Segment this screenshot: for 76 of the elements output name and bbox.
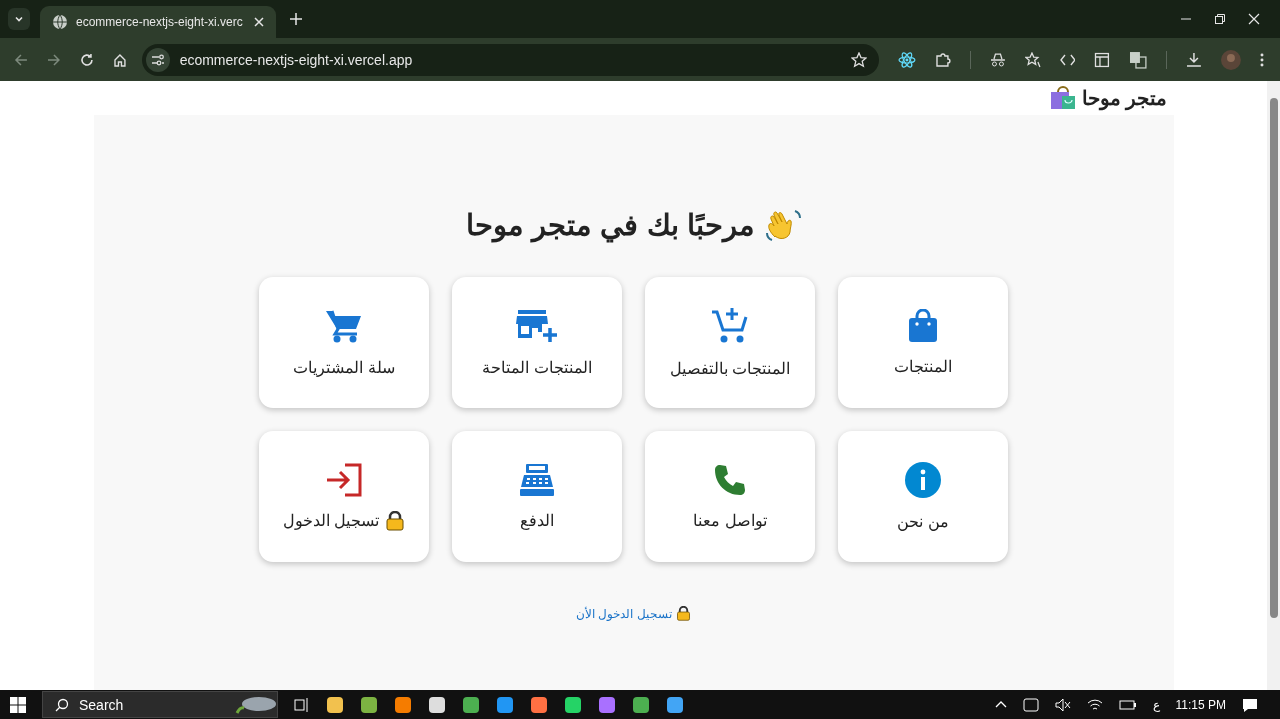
login-link[interactable]: تسجيل الدخول الأن	[576, 606, 672, 621]
layout-icon[interactable]	[1094, 51, 1111, 68]
card-label: الدفع	[520, 511, 554, 530]
scrollbar[interactable]	[1267, 81, 1280, 690]
card-label: تسجيل الدخول	[282, 511, 380, 530]
menu-card[interactable]: المنتجات المتاحة	[452, 277, 622, 408]
close-icon[interactable]	[1248, 13, 1260, 25]
login-icon	[325, 462, 363, 497]
input-language[interactable]: ع	[1152, 697, 1160, 712]
info-icon	[905, 462, 941, 498]
incognito-icon[interactable]	[989, 51, 1006, 68]
search-icon	[55, 697, 69, 712]
notification-icon[interactable]	[1242, 696, 1258, 713]
new-tab-icon[interactable]	[290, 13, 302, 25]
battery-icon[interactable]	[1118, 698, 1137, 711]
address-bar[interactable]: ecommerce-nextjs-eight-xi.vercel.app	[141, 43, 879, 76]
translate-icon[interactable]	[1129, 50, 1148, 69]
taskbar-app-icon[interactable]	[326, 695, 344, 714]
puzzle-icon[interactable]	[934, 51, 951, 68]
forward-icon[interactable]	[46, 52, 61, 67]
store-name: متجر موحا	[1081, 86, 1168, 110]
speaker-muted-icon[interactable]	[1054, 697, 1071, 712]
shopping-bag-icon	[907, 309, 939, 343]
taskbar-app-icon[interactable]	[564, 695, 582, 714]
windows-start-icon[interactable]	[10, 696, 26, 713]
menu-card[interactable]: سلة المشتريات	[259, 277, 429, 408]
clock[interactable]: 11:15 PM	[1175, 697, 1226, 712]
taskbar-app-icon[interactable]	[394, 695, 412, 714]
browser-tab[interactable]: ecommerce-nextjs-eight-xi.verc	[40, 6, 276, 38]
welcome-heading: مرحبًا بك في متجر موحا	[466, 208, 755, 242]
waving-hand-icon	[764, 207, 801, 243]
phone-icon	[713, 463, 747, 497]
tab-list-button[interactable]	[8, 8, 30, 30]
wifi-icon[interactable]	[1086, 697, 1103, 712]
menu-card[interactable]: تسجيل الدخول	[259, 431, 429, 562]
back-icon[interactable]	[14, 52, 28, 67]
menu-card[interactable]: تواصل معنا	[645, 431, 815, 562]
menu-card[interactable]: الدفع	[452, 431, 622, 562]
restore-icon[interactable]	[1214, 13, 1226, 25]
card-label: المنتجات المتاحة	[482, 358, 592, 377]
shopping-bags-icon	[1049, 86, 1076, 110]
home-icon[interactable]	[112, 52, 127, 67]
taskbar-app-icon[interactable]	[530, 695, 548, 714]
taskbar-app-icon[interactable]	[632, 695, 650, 714]
menu-card[interactable]: من نحن	[838, 431, 1008, 562]
close-icon[interactable]	[254, 17, 264, 27]
taskbar-app-icon[interactable]	[360, 695, 378, 714]
tab-title: ecommerce-nextjs-eight-xi.verc	[76, 15, 244, 29]
stars-icon[interactable]	[1024, 51, 1041, 68]
card-label: المنتجات	[894, 357, 952, 376]
menu-card[interactable]: المنتجات بالتفصيل	[645, 277, 815, 408]
shopping-cart-icon	[325, 308, 363, 344]
taskbar-app-icon[interactable]	[462, 695, 480, 714]
site-settings-icon[interactable]	[145, 47, 170, 72]
taskbar-app-icon[interactable]	[666, 695, 684, 714]
cash-register-icon	[519, 463, 555, 497]
card-label: سلة المشتريات	[293, 358, 395, 377]
tray-icon[interactable]	[1022, 697, 1039, 712]
reload-icon[interactable]	[79, 52, 94, 67]
cart-plus-icon	[710, 307, 750, 345]
card-label: المنتجات بالتفصيل	[669, 359, 791, 378]
download-icon[interactable]	[1186, 51, 1203, 68]
card-label: تواصل معنا	[693, 511, 767, 530]
padlock-icon	[675, 606, 691, 621]
menu-card[interactable]: المنتجات	[838, 277, 1008, 408]
globe-icon	[52, 14, 68, 30]
storefront-plus-icon	[516, 308, 558, 344]
card-label: من نحن	[897, 512, 949, 531]
taskbar-app-icon[interactable]	[496, 695, 514, 714]
task-view-icon[interactable]	[294, 696, 310, 713]
taskbar-search-field[interactable]: Search	[42, 691, 278, 718]
taskbar-app-icon[interactable]	[428, 695, 446, 714]
atom-icon[interactable]	[898, 50, 916, 69]
star-icon[interactable]	[851, 51, 867, 68]
menu-icon[interactable]	[1260, 52, 1264, 67]
taskbar-app-icon[interactable]	[598, 695, 616, 714]
